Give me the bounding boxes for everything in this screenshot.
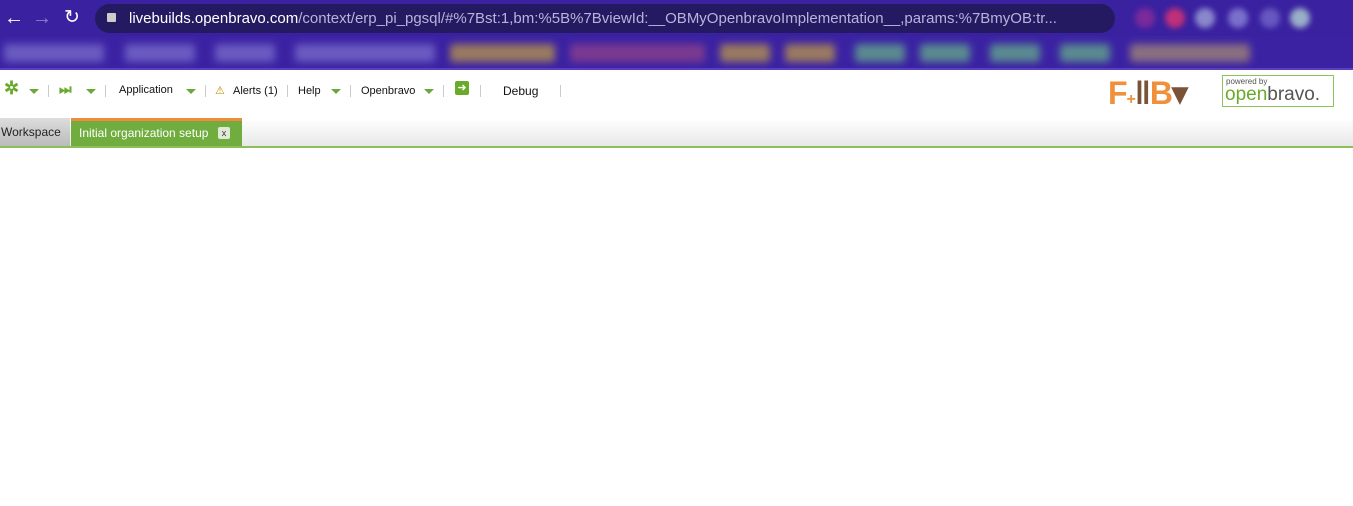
lock-icon [107, 13, 116, 22]
bookmark[interactable] [450, 44, 555, 62]
bookmark[interactable] [1060, 44, 1110, 62]
bookmark[interactable] [990, 44, 1040, 62]
bookmark[interactable] [1130, 44, 1250, 62]
profile-avatar[interactable] [1290, 8, 1310, 28]
brand-text-b: bravo. [1267, 84, 1321, 105]
bookmarks-bar [0, 36, 1353, 70]
address-bar[interactable]: livebuilds.openbravo.com/context/erp_pi_… [95, 4, 1115, 33]
chevron-down-icon[interactable] [29, 89, 39, 94]
extension-icon[interactable] [1260, 8, 1280, 28]
reload-icon[interactable]: ↻ [64, 6, 80, 30]
tab-bar: Workspace Initial organization setup x [0, 118, 1353, 148]
powered-by-openbravo-logo: powered by openbravo. [1222, 75, 1334, 107]
chevron-down-icon[interactable] [331, 89, 341, 94]
back-icon[interactable]: ← [4, 6, 24, 30]
bookmark[interactable] [785, 44, 835, 62]
warning-icon: ⚠ [215, 85, 225, 97]
openbravo-menu[interactable]: Openbravo [361, 84, 415, 98]
bookmark[interactable] [215, 44, 275, 62]
chevron-down-icon[interactable] [86, 89, 96, 94]
close-icon[interactable]: x [218, 127, 230, 139]
divider [105, 85, 106, 97]
forward-icon[interactable]: → [32, 6, 52, 30]
divider [350, 85, 351, 97]
alerts-link[interactable]: Alerts (1) [233, 84, 278, 98]
fnb-logo: F+‖B▾ [1108, 75, 1188, 111]
chevron-down-icon[interactable] [186, 89, 196, 94]
divider [287, 85, 288, 97]
bookmark[interactable] [125, 44, 195, 62]
bookmark[interactable] [920, 44, 970, 62]
quick-create-icon[interactable]: ⏭ [59, 82, 72, 96]
bookmark[interactable] [855, 44, 905, 62]
tab-workspace[interactable]: Workspace [0, 118, 70, 146]
bookmark[interactable] [295, 44, 435, 62]
bookmark[interactable] [570, 44, 705, 62]
divider [443, 85, 444, 97]
debug-link[interactable]: Debug [503, 84, 538, 98]
divider [560, 85, 561, 97]
url-path: /context/erp_pi_pgsql/#%7Bst:1,bm:%5B%7B… [298, 10, 1057, 27]
bookmark[interactable] [4, 44, 104, 62]
divider [205, 85, 206, 97]
browser-toolbar: ← → ↻ livebuilds.openbravo.com/context/e… [0, 0, 1353, 36]
logout-icon[interactable]: ➜ [455, 81, 469, 95]
quick-launch-icon[interactable]: ✲ [4, 79, 19, 97]
bookmark[interactable] [720, 44, 770, 62]
tab-label: Initial organization setup [79, 126, 209, 140]
help-menu[interactable]: Help [298, 84, 321, 98]
brand-text-a: open [1225, 84, 1268, 105]
extension-icon[interactable] [1228, 8, 1248, 28]
extension-icon[interactable] [1135, 8, 1155, 28]
url-host: livebuilds.openbravo.com [129, 10, 299, 27]
extension-icon[interactable] [1165, 8, 1185, 28]
divider [480, 85, 481, 97]
divider [48, 85, 49, 97]
chevron-down-icon[interactable] [424, 89, 434, 94]
application-menu[interactable]: Application [119, 83, 173, 97]
extension-icon[interactable] [1195, 8, 1215, 28]
tab-initial-organization-setup[interactable]: Initial organization setup x [71, 118, 242, 146]
